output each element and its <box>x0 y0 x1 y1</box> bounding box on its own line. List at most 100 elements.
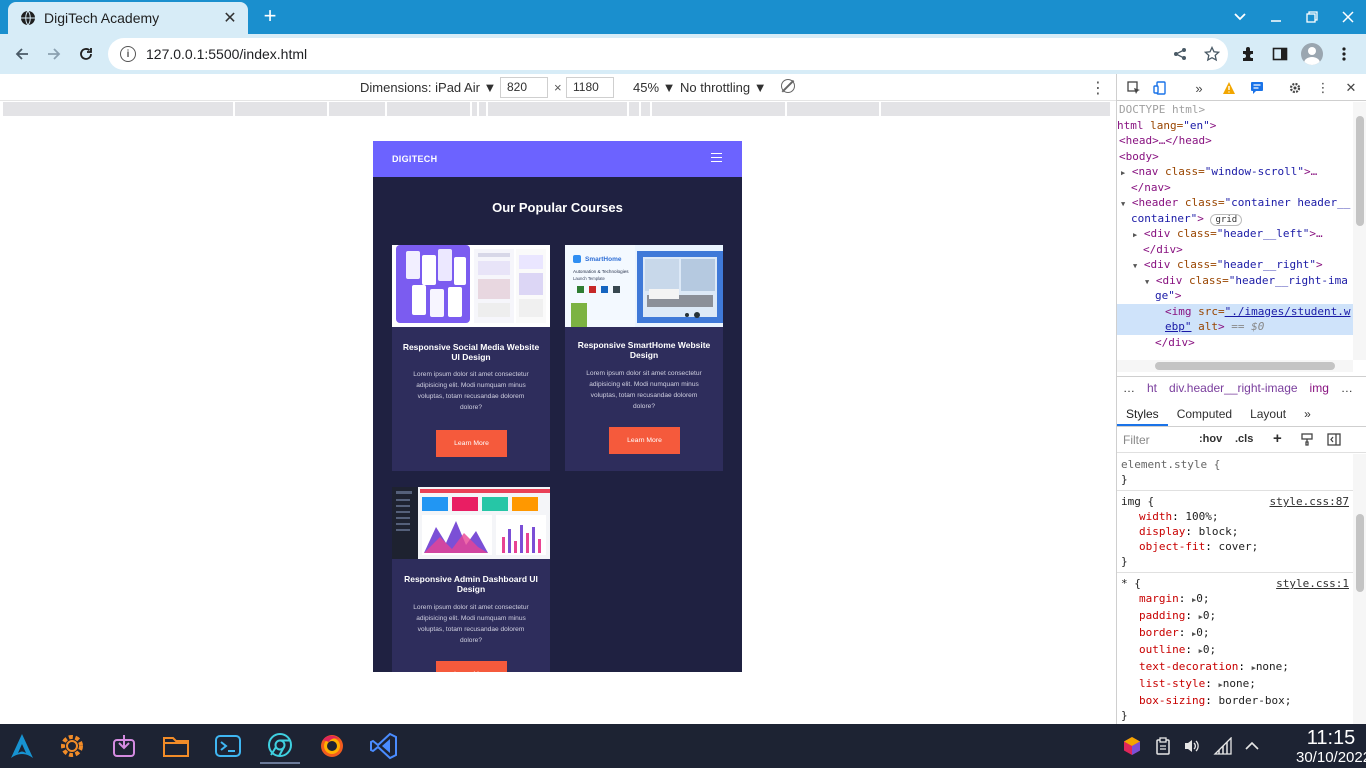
more-tabs-icon[interactable]: » <box>1189 78 1209 98</box>
messages-icon[interactable] <box>1247 78 1267 98</box>
class-toggle[interactable]: .cls <box>1235 433 1253 445</box>
tab-close-icon[interactable]: ✕ <box>220 8 240 28</box>
dom-node[interactable]: DOCTYPE html> <box>1117 102 1353 118</box>
dom-node[interactable]: ▼ <header class="container header__ <box>1117 195 1353 211</box>
share-icon[interactable] <box>1164 38 1196 70</box>
hover-state-toggle[interactable]: :hov <box>1199 433 1222 445</box>
device-toggle-icon[interactable] <box>1150 78 1170 98</box>
dom-node[interactable]: <head>…</head> <box>1117 133 1353 149</box>
tab-layout[interactable]: Layout <box>1241 401 1295 426</box>
media-query-segment[interactable] <box>641 102 651 116</box>
file-manager-icon[interactable] <box>156 728 196 764</box>
dom-vertical-scrollbar[interactable] <box>1353 102 1366 360</box>
media-query-segment[interactable] <box>3 102 234 116</box>
tab-search-icon[interactable] <box>1222 0 1258 34</box>
add-rule-icon[interactable]: + <box>1273 430 1282 447</box>
dom-node[interactable]: </div> <box>1117 242 1353 258</box>
dom-node[interactable]: ▶ <nav class="window-scroll">… <box>1117 164 1353 180</box>
dom-node[interactable]: </div> <box>1117 335 1353 351</box>
css-property[interactable]: object-fit: cover; <box>1121 539 1349 554</box>
css-property[interactable]: outline: ▶0; <box>1121 642 1349 659</box>
css-property[interactable]: box-sizing: border-box; <box>1121 693 1349 708</box>
url-text[interactable]: 127.0.0.1:5500/index.html <box>146 46 1164 62</box>
software-center-icon[interactable] <box>104 728 144 764</box>
dom-horizontal-scrollbar[interactable] <box>1117 360 1353 372</box>
tab-styles[interactable]: Styles <box>1117 401 1168 426</box>
media-query-segment[interactable] <box>787 102 880 116</box>
tab-computed[interactable]: Computed <box>1168 401 1241 426</box>
chevron-up-icon[interactable] <box>1240 732 1264 760</box>
media-query-segment[interactable] <box>472 102 478 116</box>
minimize-button[interactable] <box>1258 0 1294 34</box>
toggle-sidebar-icon[interactable] <box>1327 433 1341 449</box>
css-property[interactable]: text-decoration: ▶none; <box>1121 659 1349 676</box>
reload-icon[interactable] <box>73 41 99 67</box>
breadcrumb-item[interactable]: … <box>1335 381 1359 395</box>
dom-node[interactable]: <body> <box>1117 149 1353 165</box>
learn-more-button[interactable]: Learn More <box>609 427 680 454</box>
css-property[interactable]: display: block; <box>1121 524 1349 539</box>
css-property[interactable]: width: 100%; <box>1121 509 1349 524</box>
firefox-icon[interactable] <box>312 728 352 764</box>
learn-more-button[interactable]: Learn More <box>436 430 507 457</box>
dom-node[interactable]: ge"> <box>1117 288 1353 304</box>
dom-node[interactable]: ▶ <div class="header__left">… <box>1117 226 1353 242</box>
breadcrumb-item[interactable]: img <box>1304 381 1335 395</box>
css-property[interactable]: padding: ▶0; <box>1121 608 1349 625</box>
css-rule[interactable]: img { style.css:87 width: 100%; display:… <box>1117 491 1353 573</box>
system-settings-icon[interactable] <box>52 728 92 764</box>
css-property[interactable]: border: ▶0; <box>1121 625 1349 642</box>
device-more-icon[interactable]: ⋮ <box>1090 78 1106 98</box>
volume-icon[interactable] <box>1180 732 1204 760</box>
device-dimensions-select[interactable]: Dimensions: iPad Air ▼ <box>360 80 496 95</box>
terminal-icon[interactable] <box>208 728 248 764</box>
learn-more-button[interactable]: Learn More <box>436 661 507 672</box>
hamburger-menu-icon[interactable] <box>711 153 722 162</box>
css-rule[interactable]: element.style { } <box>1117 454 1353 491</box>
styles-scrollbar[interactable] <box>1353 454 1366 724</box>
css-rule[interactable]: * { style.css:1 margin: ▶0; padding: ▶0;… <box>1117 573 1353 724</box>
inspect-element-icon[interactable] <box>1124 78 1144 98</box>
dom-node[interactable]: container"> grid <box>1117 211 1353 227</box>
clipboard-icon[interactable] <box>1151 732 1175 760</box>
media-query-segment[interactable] <box>881 102 1111 116</box>
disable-rotation-icon[interactable] <box>781 79 795 93</box>
forward-arrow-icon[interactable] <box>41 41 67 67</box>
breadcrumb-item[interactable]: div.header__right-image <box>1163 381 1304 395</box>
close-devtools-icon[interactable]: ✕ <box>1341 78 1361 98</box>
arch-launcher-icon[interactable] <box>2 728 42 764</box>
zoom-select[interactable]: 45% ▼ <box>633 80 676 95</box>
css-property[interactable]: list-style: ▶none; <box>1121 676 1349 693</box>
media-query-segment[interactable] <box>652 102 786 116</box>
browser-tab[interactable]: DigiTech Academy ✕ <box>8 2 248 34</box>
extensions-puzzle-icon[interactable] <box>1232 38 1264 70</box>
chrome-browser-icon[interactable] <box>260 728 300 764</box>
tab-more[interactable]: » <box>1295 401 1320 426</box>
device-height-input[interactable]: 1180 <box>566 77 614 98</box>
breadcrumb-item[interactable]: … <box>1117 381 1141 395</box>
media-query-segment[interactable] <box>629 102 640 116</box>
close-window-button[interactable] <box>1330 0 1366 34</box>
device-width-input[interactable]: 820 <box>500 77 548 98</box>
system-clock[interactable]: 11:15 30/10/2022 <box>1296 727 1366 766</box>
browser-menu-icon[interactable] <box>1328 38 1360 70</box>
profile-avatar[interactable] <box>1296 38 1328 70</box>
media-query-segment[interactable] <box>235 102 328 116</box>
media-query-segment[interactable] <box>479 102 487 116</box>
restore-button[interactable] <box>1294 0 1330 34</box>
app-tray-icon[interactable] <box>1120 732 1144 760</box>
warning-icon[interactable] <box>1219 78 1239 98</box>
devtools-menu-icon[interactable]: ⋮ <box>1313 78 1333 98</box>
settings-gear-icon[interactable] <box>1285 78 1305 98</box>
vscode-icon[interactable] <box>364 728 404 764</box>
dom-node[interactable]: </nav> <box>1117 180 1353 196</box>
css-property[interactable]: margin: ▶0; <box>1121 591 1349 608</box>
network-icon[interactable] <box>1211 732 1235 760</box>
back-arrow-icon[interactable] <box>9 41 35 67</box>
address-bar[interactable]: i 127.0.0.1:5500/index.html <box>108 38 1228 70</box>
breadcrumb-item[interactable]: ht <box>1141 381 1163 395</box>
media-query-segment[interactable] <box>329 102 386 116</box>
dom-node[interactable]: ▼ <div class="header__right-ima <box>1117 273 1353 289</box>
media-query-segment[interactable] <box>488 102 628 116</box>
rule-source-link[interactable]: style.css:1 <box>1276 576 1349 591</box>
